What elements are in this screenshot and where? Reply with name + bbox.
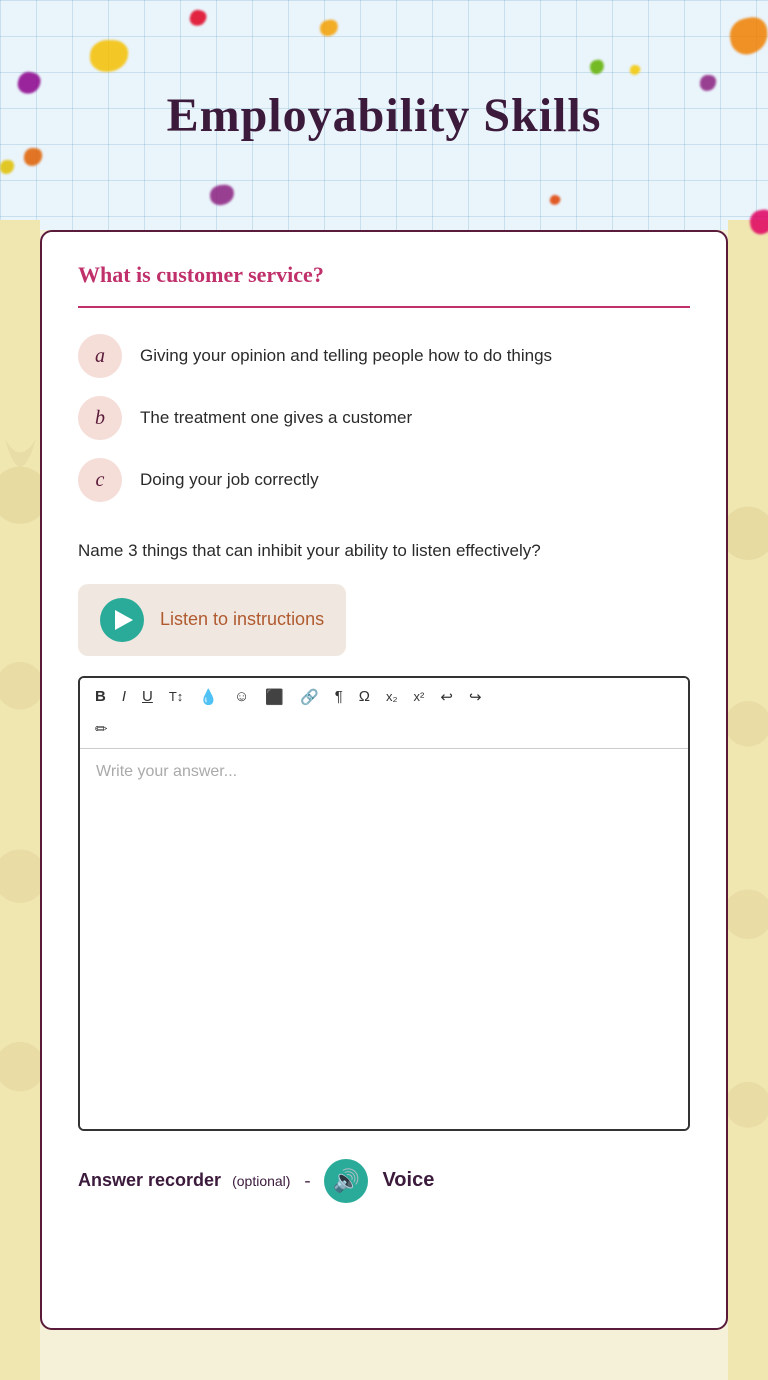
speaker-icon: 🔊 [333, 1168, 360, 1194]
editor-toolbar: B I U T↕ 💧 ☺ ⬛ 🔗 ¶ Ω x₂ x² ↩ ↪ ✏ [80, 678, 688, 749]
toolbar-subscript[interactable]: x₂ [381, 687, 403, 706]
paint-splat [23, 147, 43, 167]
option-badge-b: b [78, 396, 122, 440]
recorder-label: Answer recorder (optional) [78, 1170, 290, 1191]
paint-splat [209, 184, 235, 206]
side-panel-right [728, 220, 768, 1380]
option-badge-c: c [78, 458, 122, 502]
option-b[interactable]: b The treatment one gives a customer [78, 396, 690, 440]
paint-splat [589, 59, 605, 75]
toolbar-font-size[interactable]: T↕ [164, 687, 188, 706]
voice-label: Voice [382, 1169, 434, 1192]
toolbar-italic[interactable]: I [117, 686, 131, 707]
option-text-c: Doing your job correctly [140, 470, 319, 490]
toolbar-color[interactable]: 💧 [194, 686, 223, 708]
toolbar-redo[interactable]: ↪ [464, 686, 487, 708]
toolbar-link[interactable]: 🔗 [295, 686, 324, 708]
option-badge-a: a [78, 334, 122, 378]
main-card: What is customer service? a Giving your … [40, 230, 728, 1330]
option-text-a: Giving your opinion and telling people h… [140, 346, 552, 366]
paint-splat [319, 19, 339, 37]
paint-splat [0, 160, 14, 174]
toolbar-emoji[interactable]: ☺ [229, 686, 254, 707]
option-c[interactable]: c Doing your job correctly [78, 458, 690, 502]
recorder-optional: (optional) [232, 1173, 290, 1189]
paint-splat [89, 39, 128, 72]
recorder-label-text: Answer recorder [78, 1170, 221, 1190]
option-text-b: The treatment one gives a customer [140, 408, 412, 428]
toolbar-superscript[interactable]: x² [409, 687, 430, 706]
header-area: Employability Skills [0, 0, 768, 230]
toolbar-underline[interactable]: U [137, 686, 158, 707]
toolbar-bold[interactable]: B [90, 686, 111, 707]
text-editor: B I U T↕ 💧 ☺ ⬛ 🔗 ¶ Ω x₂ x² ↩ ↪ ✏ Write y… [78, 676, 690, 1131]
answer-input[interactable]: Write your answer... [80, 749, 688, 1129]
recorder-dash: - [304, 1170, 310, 1191]
listen-label: Listen to instructions [160, 609, 324, 630]
play-icon [100, 598, 144, 642]
toolbar-image[interactable]: ⬛ [260, 686, 289, 708]
option-a[interactable]: a Giving your opinion and telling people… [78, 334, 690, 378]
play-triangle [115, 610, 133, 630]
options-list: a Giving your opinion and telling people… [78, 334, 690, 502]
question1-divider [78, 306, 690, 308]
toolbar-undo[interactable]: ↩ [435, 686, 458, 708]
toolbar-eraser[interactable]: ✏ [90, 718, 113, 740]
toolbar-paragraph[interactable]: ¶ [330, 686, 348, 707]
paint-splat [16, 70, 43, 97]
recorder-row: Answer recorder (optional) - 🔊 Voice [78, 1159, 690, 1203]
toolbar-omega[interactable]: Ω [354, 686, 375, 707]
question2-label: Name 3 things that can inhibit your abil… [78, 538, 690, 564]
paint-splat [700, 75, 717, 92]
page-title: Employability Skills [167, 88, 602, 143]
question1-label: What is customer service? [78, 262, 690, 288]
side-panel-left [0, 220, 40, 1380]
paint-splat [188, 8, 208, 28]
paint-splat [629, 64, 642, 77]
paint-splat [548, 193, 561, 206]
paint-splat [727, 15, 768, 57]
speaker-button[interactable]: 🔊 [324, 1159, 368, 1203]
listen-button[interactable]: Listen to instructions [78, 584, 346, 656]
